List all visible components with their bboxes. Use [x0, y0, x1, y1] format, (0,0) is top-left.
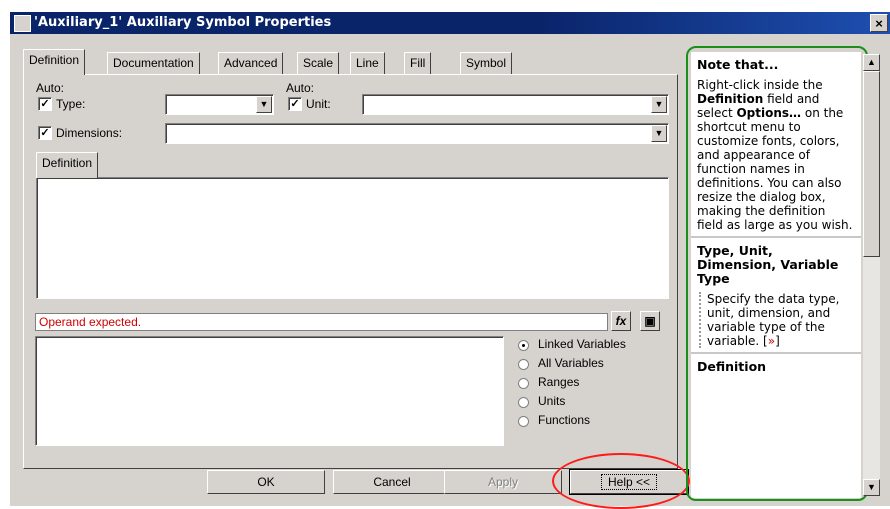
- section-heading: Definition: [697, 359, 767, 374]
- type-unit-section: Type, Unit, Dimension, Variable Type Spe…: [691, 238, 861, 354]
- unit-auto-checkbox[interactable]: ✓: [288, 97, 302, 111]
- app-icon: [14, 15, 31, 32]
- tab-fill[interactable]: Fill: [404, 52, 432, 74]
- help-label: Help <<: [600, 474, 658, 490]
- tab-scale[interactable]: Scale: [297, 52, 340, 74]
- note-section: Note that... Right-click inside the Defi…: [691, 52, 861, 238]
- radio-label-units: Units: [538, 394, 566, 408]
- close-button[interactable]: ×: [870, 14, 888, 32]
- tab-line[interactable]: Line: [350, 52, 385, 74]
- note-heading: Note that...: [697, 57, 779, 72]
- help-pane: Note that... Right-click inside the Defi…: [691, 52, 861, 498]
- chevron-down-icon[interactable]: ▼: [651, 125, 667, 142]
- radio-label-linked-variables: Linked Variables: [538, 337, 626, 351]
- radio-label-all-variables: All Variables: [538, 356, 604, 370]
- insert-icon[interactable]: ▣: [640, 311, 660, 331]
- scroll-down-icon[interactable]: ▼: [863, 479, 880, 496]
- dimensions-combo[interactable]: ▼: [165, 123, 669, 144]
- section-heading: Type, Unit, Dimension, Variable Type: [697, 243, 839, 286]
- type-auto-checkbox[interactable]: ✓: [38, 97, 52, 111]
- tab-definition[interactable]: Definition: [23, 49, 86, 75]
- title-bar: 'Auxiliary_1' Auxiliary Symbol Propertie…: [10, 12, 890, 34]
- scroll-up-icon[interactable]: ▲: [863, 54, 880, 71]
- section-body: Specify the data type, unit, dimension, …: [699, 292, 855, 348]
- radio-label-functions: Functions: [538, 413, 591, 427]
- error-message: Operand expected.: [35, 313, 608, 331]
- help-button[interactable]: Help <<: [569, 469, 689, 495]
- ok-button[interactable]: OK: [207, 470, 325, 494]
- definition-section: Definition: [691, 354, 861, 384]
- chevron-down-icon[interactable]: ▼: [651, 96, 667, 113]
- scroll-thumb[interactable]: [863, 71, 880, 257]
- radio-units[interactable]: [518, 397, 529, 408]
- type-combo[interactable]: ▼: [165, 94, 274, 115]
- ok-label: OK: [257, 475, 275, 489]
- radio-functions[interactable]: [518, 416, 529, 427]
- radio-linked-variables[interactable]: [518, 340, 529, 351]
- apply-button[interactable]: Apply: [444, 470, 562, 494]
- apply-label: Apply: [487, 475, 519, 489]
- auto-label: Auto:: [286, 81, 315, 95]
- radio-all-variables[interactable]: [518, 359, 529, 370]
- radio-label-ranges: Ranges: [538, 375, 580, 389]
- type-label: Type:: [56, 97, 86, 111]
- chevron-down-icon[interactable]: ▼: [256, 96, 272, 113]
- tab-definition-inner[interactable]: Definition: [36, 152, 99, 178]
- radio-ranges[interactable]: [518, 378, 529, 389]
- definition-editor[interactable]: [36, 177, 669, 299]
- tab-advanced[interactable]: Advanced: [218, 52, 284, 74]
- variables-list[interactable]: [35, 336, 504, 446]
- help-scrollbar[interactable]: ▲ ▼: [863, 54, 880, 496]
- cancel-button[interactable]: Cancel: [333, 470, 451, 494]
- unit-combo[interactable]: ▼: [362, 94, 669, 115]
- unit-label: Unit:: [306, 97, 331, 111]
- note-body: Right-click inside the Definition field …: [697, 78, 853, 232]
- auto-label: Auto:: [36, 81, 65, 95]
- tab-documentation[interactable]: Documentation: [107, 52, 200, 74]
- more-link[interactable]: »: [768, 334, 775, 348]
- function-icon[interactable]: fx: [611, 311, 631, 331]
- dimensions-checkbox[interactable]: ✓: [38, 126, 52, 140]
- cancel-label: Cancel: [373, 475, 411, 489]
- tab-symbol[interactable]: Symbol: [460, 52, 513, 74]
- dimensions-label: Dimensions:: [56, 126, 123, 140]
- window-title: 'Auxiliary_1' Auxiliary Symbol Propertie…: [34, 15, 332, 30]
